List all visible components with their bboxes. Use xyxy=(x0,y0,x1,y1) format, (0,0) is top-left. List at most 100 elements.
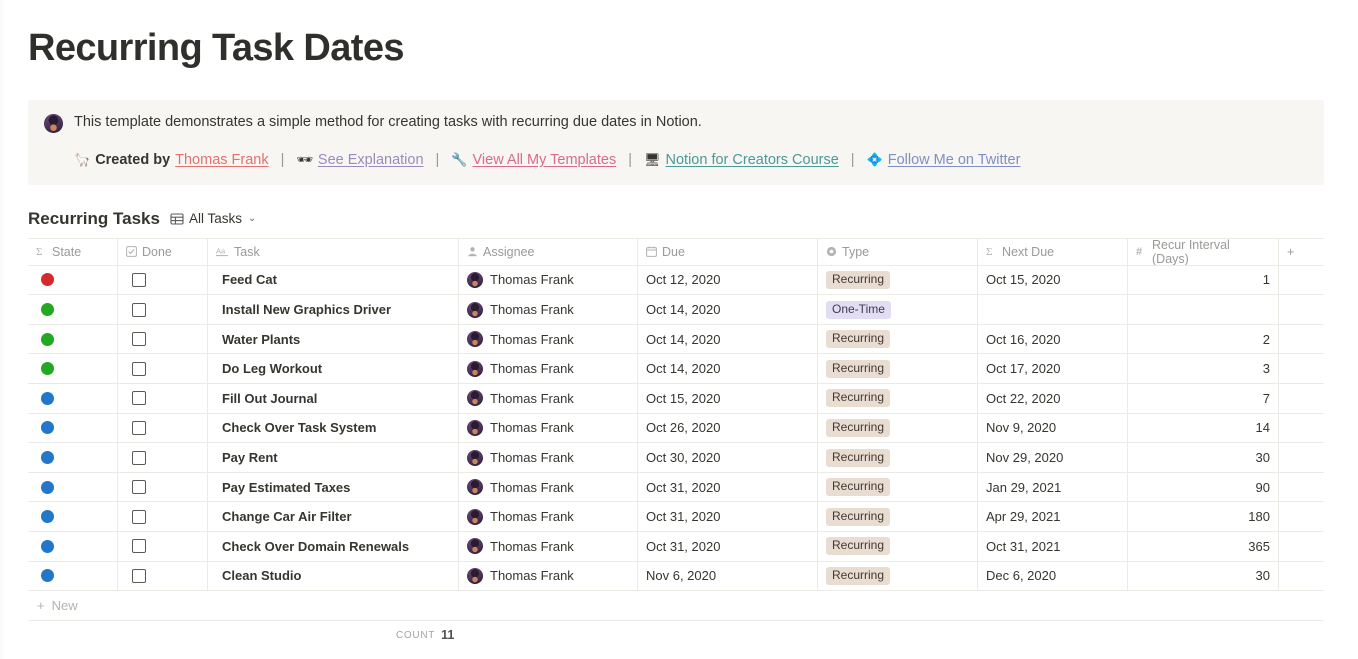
cell-task[interactable]: Pay Rent xyxy=(208,443,459,472)
done-checkbox[interactable] xyxy=(132,509,146,524)
cell-due[interactable]: Oct 14, 2020 xyxy=(638,324,818,354)
new-row-button[interactable]: + New xyxy=(28,591,1324,622)
cell-assignee[interactable]: Thomas Frank xyxy=(459,265,638,295)
cell-due[interactable]: Oct 14, 2020 xyxy=(638,354,818,384)
cell-done[interactable] xyxy=(118,443,208,472)
table-row[interactable]: Check Over Task System Thomas Frank Oct 26… xyxy=(28,413,1324,444)
add-column-button[interactable]: + xyxy=(1279,239,1324,265)
cell-assignee[interactable]: Thomas Frank xyxy=(459,354,638,384)
cell-task[interactable]: Clean Studio xyxy=(208,561,459,591)
cell-type[interactable]: Recurring xyxy=(818,384,978,413)
callout-link[interactable]: Notion for Creators Course xyxy=(666,150,839,170)
cell-due[interactable]: Oct 26, 2020 xyxy=(638,413,818,443)
cell-type[interactable]: Recurring xyxy=(818,413,978,443)
cell-recur-interval[interactable]: 14 xyxy=(1128,413,1279,443)
column-header-assignee[interactable]: Assignee xyxy=(459,238,638,265)
cell-task[interactable]: Change Car Air Filter xyxy=(208,502,459,532)
cell-type[interactable]: Recurring xyxy=(818,354,978,384)
count-footer[interactable]: COUNT 11 xyxy=(28,621,1324,649)
table-row[interactable]: Install New Graphics Driver Thomas Frank O… xyxy=(28,295,1324,325)
cell-assignee[interactable]: Thomas Frank xyxy=(459,561,638,591)
table-row[interactable]: Fill Out Journal Thomas Frank Oct 15, 2020… xyxy=(28,384,1324,414)
cell-due[interactable]: Oct 12, 2020 xyxy=(638,265,818,295)
cell-due[interactable]: Oct 30, 2020 xyxy=(638,443,818,472)
cell-recur-interval[interactable]: 180 xyxy=(1128,502,1279,532)
cell-type[interactable]: Recurring xyxy=(818,561,978,591)
cell-done[interactable] xyxy=(118,532,208,561)
cell-assignee[interactable]: Thomas Frank xyxy=(459,384,638,413)
cell-task[interactable]: Feed Cat xyxy=(208,265,459,295)
cell-done[interactable] xyxy=(118,502,208,532)
done-checkbox[interactable] xyxy=(132,539,146,554)
cell-assignee[interactable]: Thomas Frank xyxy=(459,295,638,324)
table-row[interactable]: Do Leg Workout Thomas Frank Oct 14, 2020 Re… xyxy=(28,354,1324,385)
cell-recur-interval[interactable]: 90 xyxy=(1128,472,1279,502)
cell-assignee[interactable]: Thomas Frank xyxy=(459,532,638,561)
cell-type[interactable]: Recurring xyxy=(818,472,978,502)
done-checkbox[interactable] xyxy=(132,450,146,465)
cell-task[interactable]: Fill Out Journal xyxy=(208,384,459,413)
cell-done[interactable] xyxy=(118,472,208,502)
cell-task[interactable]: Install New Graphics Driver xyxy=(208,295,459,324)
done-checkbox[interactable] xyxy=(132,391,146,406)
cell-recur-interval[interactable]: 365 xyxy=(1128,532,1279,561)
done-checkbox[interactable] xyxy=(132,302,146,317)
cell-done[interactable] xyxy=(118,295,208,324)
column-header-next-due[interactable]: Σ Next Due xyxy=(978,238,1128,265)
cell-due[interactable]: Oct 31, 2020 xyxy=(638,502,818,532)
cell-recur-interval[interactable]: 30 xyxy=(1128,561,1279,591)
cell-assignee[interactable]: Thomas Frank xyxy=(459,443,638,472)
done-checkbox[interactable] xyxy=(132,568,146,583)
done-checkbox[interactable] xyxy=(132,332,146,347)
callout-link[interactable]: See Explanation xyxy=(318,150,424,170)
done-checkbox[interactable] xyxy=(132,480,146,495)
cell-task[interactable]: Do Leg Workout xyxy=(208,354,459,384)
table-row[interactable]: Water Plants Thomas Frank Oct 14, 2020 Recu… xyxy=(28,324,1324,355)
cell-assignee[interactable]: Thomas Frank xyxy=(459,324,638,354)
column-header-state[interactable]: Σ State xyxy=(28,238,118,265)
cell-due[interactable]: Nov 6, 2020 xyxy=(638,561,818,591)
column-header-task[interactable]: Aa Task xyxy=(208,238,459,265)
cell-assignee[interactable]: Thomas Frank xyxy=(459,472,638,502)
cell-type[interactable]: Recurring xyxy=(818,443,978,472)
cell-due[interactable]: Oct 31, 2020 xyxy=(638,472,818,502)
cell-recur-interval[interactable]: 3 xyxy=(1128,354,1279,384)
cell-task[interactable]: Check Over Task System xyxy=(208,413,459,443)
cell-done[interactable] xyxy=(118,413,208,443)
done-checkbox[interactable] xyxy=(132,272,146,287)
cell-assignee[interactable]: Thomas Frank xyxy=(459,413,638,443)
cell-recur-interval[interactable]: 2 xyxy=(1128,324,1279,354)
cell-task[interactable]: Pay Estimated Taxes xyxy=(208,472,459,502)
done-checkbox[interactable] xyxy=(132,361,146,376)
cell-due[interactable]: Oct 31, 2020 xyxy=(638,532,818,561)
column-header-done[interactable]: Done xyxy=(118,238,208,265)
view-selector[interactable]: All Tasks ⌄ xyxy=(170,211,256,226)
cell-type[interactable]: One-Time xyxy=(818,295,978,324)
column-header-type[interactable]: Type xyxy=(818,238,978,265)
table-row[interactable]: Pay Rent Thomas Frank Oct 30, 2020 Recurrin… xyxy=(28,443,1324,473)
cell-done[interactable] xyxy=(118,354,208,384)
cell-assignee[interactable]: Thomas Frank xyxy=(459,502,638,532)
cell-done[interactable] xyxy=(118,561,208,591)
cell-type[interactable]: Recurring xyxy=(818,324,978,354)
cell-due[interactable]: Oct 15, 2020 xyxy=(638,384,818,413)
table-row[interactable]: Clean Studio Thomas Frank Nov 6, 2020 Recur… xyxy=(28,561,1324,592)
cell-recur-interval[interactable] xyxy=(1128,295,1279,324)
callout-link[interactable]: View All My Templates xyxy=(473,150,617,170)
cell-recur-interval[interactable]: 30 xyxy=(1128,443,1279,472)
cell-recur-interval[interactable]: 1 xyxy=(1128,265,1279,295)
done-checkbox[interactable] xyxy=(132,420,146,435)
callout-link[interactable]: Thomas Frank xyxy=(175,150,268,170)
cell-recur-interval[interactable]: 7 xyxy=(1128,384,1279,413)
table-row[interactable]: Check Over Domain Renewals Thomas Frank Oc… xyxy=(28,532,1324,562)
column-header-due[interactable]: Due xyxy=(638,238,818,265)
cell-done[interactable] xyxy=(118,265,208,295)
cell-type[interactable]: Recurring xyxy=(818,502,978,532)
table-row[interactable]: Change Car Air Filter Thomas Frank Oct 31,… xyxy=(28,502,1324,533)
cell-done[interactable] xyxy=(118,384,208,413)
cell-done[interactable] xyxy=(118,324,208,354)
table-row[interactable]: Feed Cat Thomas Frank Oct 12, 2020 Recurrin… xyxy=(28,265,1324,296)
cell-task[interactable]: Water Plants xyxy=(208,324,459,354)
callout-link[interactable]: Follow Me on Twitter xyxy=(888,150,1021,170)
cell-due[interactable]: Oct 14, 2020 xyxy=(638,295,818,324)
